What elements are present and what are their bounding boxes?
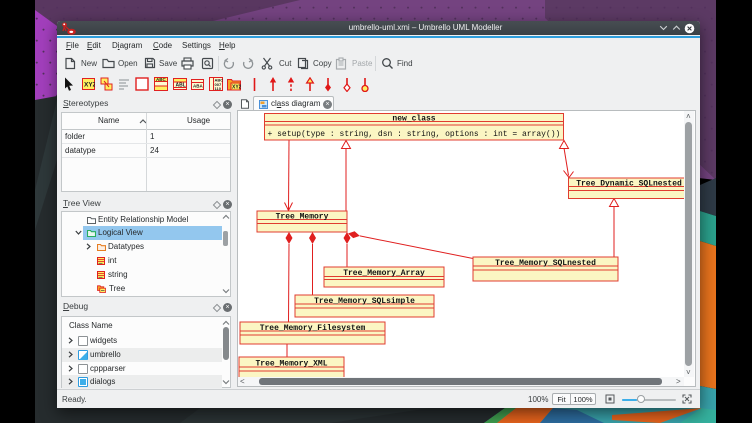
svg-text:Tree_Memory_Array: Tree_Memory_Array: [343, 269, 425, 278]
svg-text:Tree_Memory: Tree_Memory: [276, 213, 329, 222]
svg-text:Tree_Dynamic_SQLnested: Tree_Dynamic_SQLnested: [576, 180, 682, 189]
svg-text:new_class: new_class: [392, 115, 435, 124]
svg-text:XYZ: XYZ: [84, 82, 95, 89]
svg-text:XY2: XY2: [232, 85, 241, 91]
svg-text:ABA: ABA: [193, 84, 203, 89]
svg-text:+ setup(type : string, dsn : s: + setup(type : string, dsn : string, opt…: [268, 130, 561, 139]
svg-text:ABC: ABC: [156, 77, 166, 82]
svg-text:Tree_Memory_SQLnested: Tree_Memory_SQLnested: [495, 259, 596, 268]
svg-text:Tree_Memory_Filesystem: Tree_Memory_Filesystem: [260, 324, 366, 333]
svg-text:Tree_Memory_XML: Tree_Memory_XML: [255, 360, 327, 369]
svg-text:Tree_Memory_SQLsimple: Tree_Memory_SQLsimple: [314, 297, 415, 306]
svg-text:110: 110: [215, 86, 222, 91]
